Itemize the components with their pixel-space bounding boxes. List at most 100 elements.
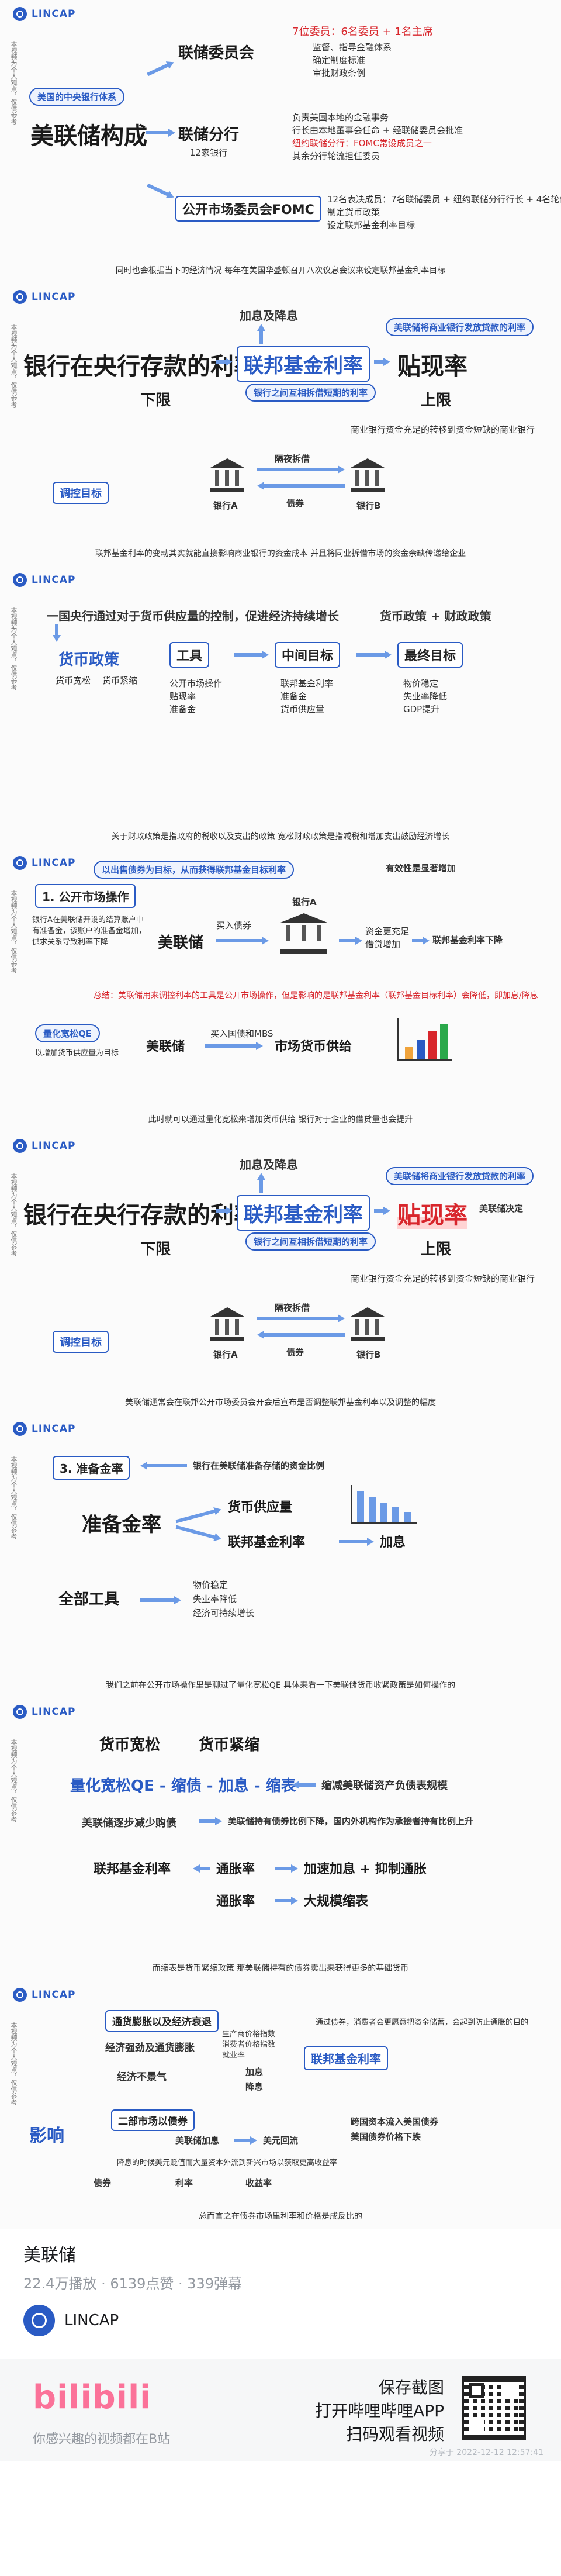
lincap-logo: LINCAP [13,7,75,21]
savings-note: 通过债券，消费者会更愿意把资金储蓄，会起到防止通胀的目的 [316,2018,529,2027]
lincap-logo-icon [13,1988,27,2002]
up-arrow-icon [257,324,265,344]
rate-down: 联邦基金利率下降 [432,935,503,945]
side-note: 本视频为个人观点，仅供参考 [10,324,18,408]
overnight-label: 隔夜拆借 [275,454,310,464]
summary-note: 总结：美联储用来调控利率的工具是公开市场操作，但是影响的是联邦基金利率（联邦基金… [94,991,538,1000]
side-note: 本视频为个人观点，仅供参考 [10,1739,18,1822]
upper-bound: 上限 [421,392,452,409]
monetary-loose: 货币宽松 [99,1736,161,1754]
arrow-icon [234,651,269,659]
fed-decides: 美联储决定 [479,1203,524,1214]
arrow-icon [356,651,392,659]
bond-label: 债券 [94,2178,112,2188]
avatar[interactable] [23,2305,55,2336]
promo-cta: 保存截图 打开哔哩哔哩APP 扫码观看视频 [315,2376,444,2446]
panel-caption: 同时也会根据当下的经济情况 每年在美国华盛顿召开八次议息会议来设定联邦基金利率目… [115,266,446,275]
arrow-icon [146,181,175,201]
arrow-icon [146,58,175,78]
actor-fed: 美联储 [158,934,204,952]
fomc-note: 设定联邦基金利率目标 [327,220,415,230]
bilibili-logo: bilibili [33,2378,152,2416]
arrow-left-icon [257,482,345,490]
board-note: 7位委员：6名委员 + 1名主席 [292,26,433,38]
effect-note: 有效性是显著增加 [386,863,456,873]
reserve-note: 纽约联储分行：FOMC常设成员之一 [292,138,432,149]
all-tools: 全部工具 [58,1591,120,1608]
side-note: 本视频为个人观点，仅供参考 [10,1173,18,1256]
bank-b-label: 银行B [356,1349,381,1360]
tool-box: 工具 [169,642,210,668]
side-note: 本视频为个人观点，仅供参考 [10,2022,18,2105]
lincap-logo: LINCAP [13,856,75,870]
arrow-icon [216,358,233,366]
lincap-logo: LINCAP [13,1705,75,1719]
panel-caption: 美联储通常会在联邦公开市场委员会开会后宣布是否调整联邦基金利率以及调整的幅度 [125,1398,436,1407]
video-title[interactable]: 美联储 [23,2240,76,2266]
fomc-note: 12名表决成员：7名联储委员 + 纽约联储分行行长 + 4名轮值 [327,194,561,205]
action-hike: 加速加息 + 抑制通胀 [304,1862,427,1877]
logo-text: LINCAP [32,1989,76,2001]
uploader-row[interactable]: LINCAP [23,2305,119,2336]
fed-funds-label: 联邦基金利率 [311,2052,381,2066]
logo-text: LINCAP [32,8,76,20]
explain-note: 商业银行资金充足的转移到资金短缺的商业银行 [351,424,535,435]
reserve-banks-count: 12家银行 [190,147,228,158]
mid-target-box: 中间目标 [275,642,341,668]
panel-caption: 总而言之在债券市场里利率和价格是成反比的 [199,2212,362,2221]
logo-text: LINCAP [32,857,76,869]
arrow-left-icon [193,1864,210,1873]
board-note: 确定制度标准 [313,55,366,65]
arrow-icon [140,1596,181,1604]
growth-chart-icon [397,1018,452,1061]
banner: 以出售债券为目标，从而获得联邦基金目标利率 [94,861,295,879]
goal-item: 物价稳定 [193,1580,228,1590]
fed-funds-box: 联邦基金利率 [237,1195,370,1231]
panel-fed-structure: LINCAP 本视频为个人观点，仅供参考 美国的中央银行体系 美联储构成 联储委… [0,0,561,284]
bank-b-icon [351,458,385,492]
qr-code-icon[interactable] [462,2376,526,2440]
mid-item: 货币供应量 [280,704,325,714]
arrow-icon [339,937,362,945]
reserve-note: 负责美国本地的金融事务 [292,112,389,123]
buy-bonds: 买入债券 [216,920,252,931]
cta-line: 打开哔哩哔哩APP [315,2401,444,2420]
arrow-icon [216,1207,233,1215]
discount-rate-text: 贴现率 [397,1202,468,1229]
logo-text: LINCAP [32,574,76,586]
side-note: 本视频为个人观点，仅供参考 [10,1456,18,1539]
taper-note: 美联储逐步减少购债 [82,1817,176,1829]
holdings-note: 美联储持有债券比例下降，国内外机构作为承接者持有比例上升 [228,1816,474,1826]
target-label: 调控目标 [60,488,102,500]
declining-chart-icon [351,1485,417,1524]
lincap-logo: LINCAP [13,1422,75,1436]
panel-caption: 关于财政政策是指政府的税收以及支出的政策 宽松财政政策是指减税和增加支出鼓励经济… [111,832,450,841]
uploader-name[interactable]: LINCAP [64,2312,119,2329]
money-supply: 货币供应量 [228,1500,293,1515]
policy-chain: 量化宽松QE - 缩债 - 加息 - 缩表 [70,1777,296,1795]
hike-label: 加息 [245,2067,264,2077]
cut-label: 降息 [245,2081,264,2092]
logo-text: LINCAP [32,1140,76,1152]
inflation-box: 通货膨胀以及经济衰退 [105,2010,219,2032]
share-timestamp: 分享于 2022-12-12 12:57:41 [429,2448,543,2457]
arrow-icon [275,1864,298,1873]
step-note: 银行A在美联储开设的结算账户中有准备金，该账户的准备金增加，供求关系导致利率下降 [32,916,147,947]
down-arrow-icon [53,624,61,642]
panel-title: 美联储构成 [30,123,147,150]
discount-rate-label: 贴现率 [397,1196,468,1230]
bank-a-label: 银行A [213,500,238,511]
reserve-ratio: 准备金率 [82,1513,161,1536]
panel-balance-sheet: LINCAP 本视频为个人观点，仅供参考 货币宽松 货币紧缩 量化宽松QE - … [0,1698,561,1981]
arrow-icon [374,1207,390,1215]
tool-item: 准备金 [169,704,196,714]
arrow-icon [257,1314,345,1322]
fed-funds-label: 联邦基金利率 [244,354,363,378]
tool-item: 公开市场操作 [169,678,223,689]
bond-price-fall: 美国债券价格下跌 [351,2132,421,2142]
reserve-note: 其余分行轮流担任委员 [292,151,380,161]
lincap-logo-icon [13,1422,27,1436]
target-label: 调控目标 [60,1337,102,1349]
arrow-icon [175,1505,223,1525]
arrow-icon [216,937,269,945]
